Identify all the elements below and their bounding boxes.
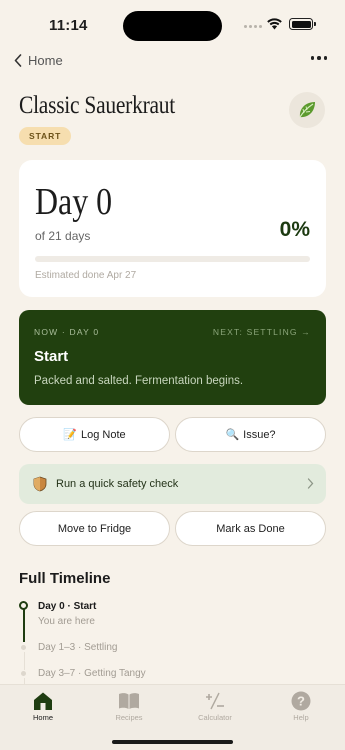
back-label: Home (28, 53, 63, 68)
timeline-item-title: Day 1–3 · Settling (38, 642, 118, 653)
stage-badge: START (19, 127, 72, 145)
timeline-heading: Full Timeline (19, 570, 111, 587)
timeline-dot-current (19, 601, 28, 610)
safety-check-row[interactable]: Run a quick safety check (19, 464, 326, 504)
safety-check-label: Run a quick safety check (56, 478, 179, 490)
tab-calculator[interactable]: Calculator (172, 685, 258, 735)
move-to-fridge-button[interactable]: Move to Fridge (19, 511, 170, 546)
tab-help[interactable]: ? Help (258, 685, 344, 735)
nav-bar: Home (0, 50, 345, 76)
tab-label: Help (293, 713, 309, 722)
timeline-dot (21, 645, 26, 650)
signal-icon (244, 25, 262, 28)
plus-minus-icon (206, 692, 224, 710)
status-time: 11:14 (49, 17, 88, 34)
timeline-connector (23, 652, 25, 670)
more-options-icon[interactable] (310, 56, 327, 60)
tab-label: Calculator (198, 713, 232, 722)
status-bar: 11:14 (0, 0, 345, 50)
back-button[interactable]: Home (14, 53, 63, 68)
dynamic-island (123, 11, 222, 41)
home-indicator (112, 740, 233, 744)
stage-now-label: NOW · DAY 0 (34, 327, 100, 337)
issue-button[interactable]: 🔍 Issue? (175, 417, 326, 452)
shield-icon (33, 476, 47, 492)
stage-name: Start (34, 348, 69, 365)
mark-done-button[interactable]: Mark as Done (175, 511, 326, 546)
timeline-dot (21, 671, 26, 676)
chevron-right-icon (307, 478, 314, 489)
move-to-fridge-label: Move to Fridge (57, 522, 132, 535)
battery-icon (289, 18, 316, 30)
book-icon (119, 693, 139, 709)
log-note-button[interactable]: 📝 Log Note (19, 417, 170, 452)
tab-home[interactable]: Home (0, 685, 86, 735)
log-note-label: Log Note (81, 428, 126, 441)
progress-percent: 0% (279, 218, 310, 241)
issue-label: Issue? (243, 428, 276, 441)
total-days: of 21 days (35, 229, 91, 243)
stage-next-label[interactable]: NEXT: SETTLING → (213, 327, 311, 337)
estimated-done: Estimated done Apr 27 (35, 270, 137, 281)
chevron-left-icon (14, 54, 22, 67)
memo-icon: 📝 (63, 429, 78, 441)
tab-recipes[interactable]: Recipes (86, 685, 172, 735)
current-stage-card: NOW · DAY 0 NEXT: SETTLING → Start Packe… (19, 310, 326, 405)
tab-label: Recipes (115, 713, 143, 722)
tab-label: Home (32, 713, 53, 722)
timeline-item-title: Day 0 · Start (38, 601, 97, 612)
cabbage-leaf-icon (299, 102, 315, 118)
magnifier-icon: 🔍 (225, 429, 240, 441)
cabbage-avatar-button[interactable] (289, 92, 325, 128)
mark-done-label: Mark as Done (216, 522, 285, 535)
progress-card: Day 0 of 21 days 0% Estimated done Apr 2… (19, 160, 326, 297)
wifi-icon (267, 18, 282, 30)
timeline-active-line (23, 609, 25, 642)
progress-bar (35, 256, 310, 262)
svg-text:?: ? (297, 694, 305, 709)
home-icon (34, 692, 52, 710)
page-title: Classic Sauerkraut (19, 92, 175, 119)
timeline-item-subtitle: You are here (38, 616, 95, 627)
current-day: Day 0 (35, 181, 113, 223)
timeline-item-title: Day 3–7 · Getting Tangy (38, 668, 146, 679)
question-icon: ? (291, 691, 311, 711)
stage-description: Packed and salted. Fermentation begins. (34, 375, 244, 387)
